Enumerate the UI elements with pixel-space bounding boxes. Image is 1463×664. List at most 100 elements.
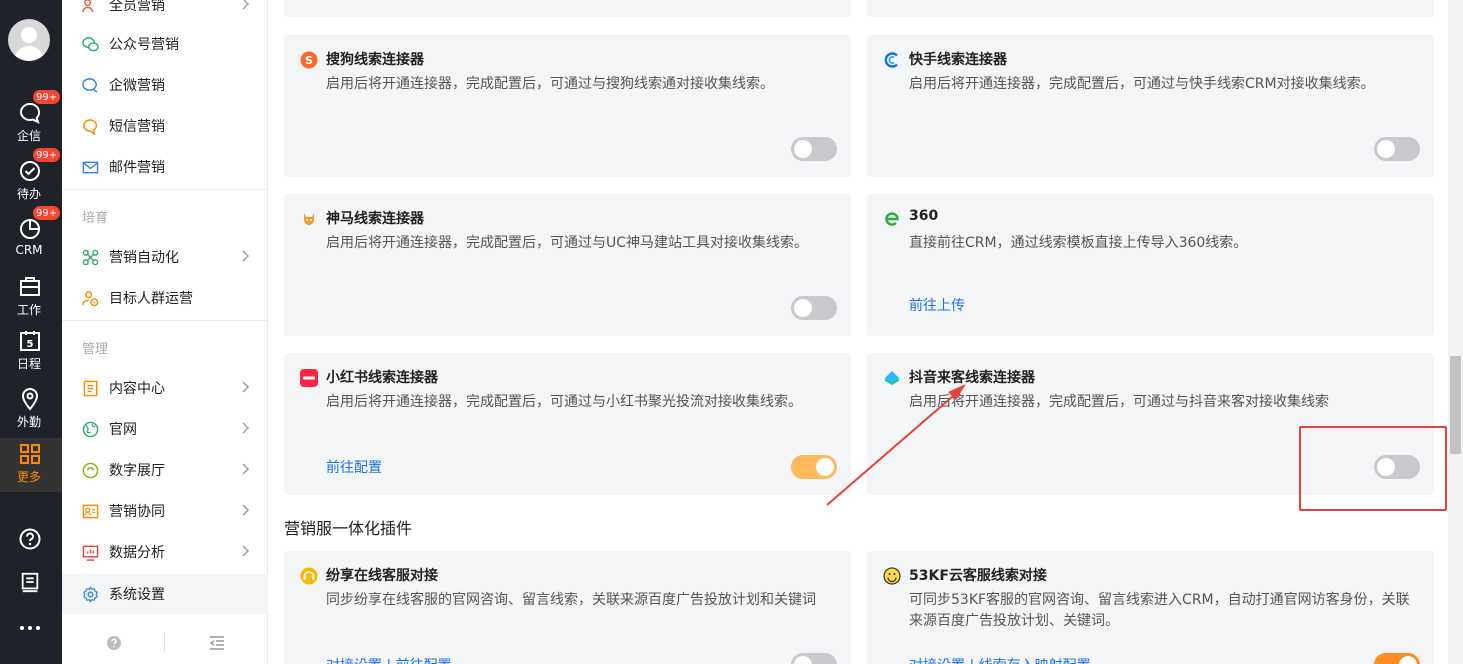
shenma-icon [304, 213, 314, 225]
card-description: 可同步53KF客服的官网咨询、留言线索进入CRM，自动打通官网访客身份，关联来源… [909, 592, 1410, 629]
report-button[interactable] [0, 566, 62, 600]
calendar-icon: 5 [20, 331, 40, 351]
rail-item-more[interactable]: 更多 [0, 438, 62, 492]
grid-icon [20, 444, 40, 464]
sidebar-item-email-marketing[interactable]: 邮件营销 [62, 147, 268, 187]
rail-item-crm[interactable]: 99+ CRM [0, 205, 62, 271]
integration-settings-link[interactable]: 对接设置 | 线索存入映射配置 [909, 655, 1091, 664]
target-crowd-icon [82, 291, 99, 307]
sidebar-item-label: 短信营销 [109, 119, 165, 135]
more-dots-icon [20, 626, 40, 630]
chevron-right-icon [242, 545, 249, 557]
chevron-right-icon [242, 250, 249, 262]
sidebar-item-target-crowd[interactable]: 目标人群运营 [62, 278, 268, 318]
main-content: S 搜狗线索连接器 启用后将开通连接器，完成配置后，可通过与搜狗线索通对接收集线… [268, 0, 1448, 664]
sidebar-item-label: 公众号营销 [109, 37, 179, 53]
go-upload-link[interactable]: 前往上传 [909, 295, 965, 315]
sidebar-item-label: 目标人群运营 [109, 291, 193, 307]
briefcase-icon [20, 277, 40, 296]
chevron-right-icon [242, 422, 249, 434]
card-description: 启用后将开通连接器，完成配置后，可通过与UC神马建站工具对接收集线索。 [326, 235, 809, 251]
card-title: 小红书线索连接器 [326, 370, 438, 386]
content-doc-icon [83, 380, 98, 397]
sidebar-item-label: 官网 [109, 422, 137, 438]
rail-label: 日程 [16, 357, 41, 371]
unread-badge: 99+ [32, 89, 62, 105]
connector-card-xiaohongshu: 小红书线索连接器 启用后将开通连接器，完成配置后，可通过与小红书聚光投流对接收集… [284, 353, 851, 495]
sidebar-item-system-settings[interactable]: 系统设置 [62, 574, 268, 614]
automation-icon [82, 249, 99, 266]
scrollbar-thumb[interactable] [1450, 356, 1461, 454]
report-icon [21, 572, 39, 593]
sidebar-item-label: 营销自动化 [109, 250, 179, 266]
card-title: 53KF云客服线索对接 [909, 568, 1047, 584]
sidebar-item-sms-marketing[interactable]: 短信营销 [62, 106, 268, 146]
toggle-knob [794, 656, 812, 664]
card-description: 直接前往CRM，通过线索模板直接上传导入360线索。 [909, 235, 1248, 251]
go-config-link[interactable]: 前往配置 [326, 457, 382, 477]
gear-icon [83, 586, 98, 603]
connector-card-partial [867, 0, 1434, 17]
rail-item-field[interactable]: 外勤 [0, 383, 62, 441]
sidebar-item-content-center[interactable]: 内容中心 [62, 368, 268, 408]
card-title: 搜狗线索连接器 [326, 52, 424, 68]
sidebar-item-data-analytics[interactable]: 数据分析 [62, 532, 268, 572]
sidebar-item-label: 系统设置 [109, 587, 165, 603]
rail-label: 待办 [16, 187, 41, 201]
collab-card-icon [82, 504, 99, 519]
card-description: 启用后将开通连接器，完成配置后，可通过与抖音来客对接收集线索 [909, 394, 1329, 410]
location-pin-icon [21, 387, 39, 411]
enable-toggle[interactable] [1374, 653, 1420, 664]
more-dots-button[interactable] [0, 612, 62, 646]
toggle-knob [794, 299, 812, 317]
plugin-card-53kf: 53KF云客服线索对接 可同步53KF客服的官网咨询、留言线索进入CRM，自动打… [867, 551, 1434, 664]
help-icon[interactable] [106, 635, 122, 651]
showroom-icon [82, 462, 99, 479]
left-icon-rail: 99+ 企信 99+ 待办 99+ CRM 工作 5 日程 外勤 更多 [0, 0, 62, 664]
sidebar-item-label: 全员营销 [109, 0, 165, 14]
sidebar-item-website[interactable]: 官网 [62, 409, 268, 449]
footer-divider [164, 632, 165, 652]
sidebar-item-wecom-marketing[interactable]: 企微营销 [62, 65, 268, 105]
mail-icon [82, 161, 99, 174]
sidebar-item-marketing-collab[interactable]: 营销协同 [62, 491, 268, 531]
annotation-highlight-box [1299, 426, 1447, 511]
sidebar-item-digital-showroom[interactable]: 数字展厅 [62, 450, 268, 490]
card-description: 同步纷享在线客服的官网咨询、留言线索，关联来源百度广告投放计划和关键词 [326, 592, 816, 608]
53kf-smile-icon [883, 567, 901, 585]
connector-card-sogou: S 搜狗线索连接器 启用后将开通连接器，完成配置后，可通过与搜狗线索通对接收集线… [284, 35, 851, 177]
sidebar-group-nurture: 培育 [82, 211, 109, 226]
sidebar-item-all-staff-marketing[interactable]: 全员营销 [62, 0, 268, 25]
enable-toggle[interactable] [791, 653, 837, 664]
rail-label: 外勤 [16, 415, 41, 429]
360-browser-icon [885, 212, 899, 226]
sidebar-divider [62, 320, 268, 321]
avatar[interactable] [8, 19, 50, 61]
wechat-icon [82, 37, 99, 52]
vertical-scrollbar[interactable] [1448, 0, 1463, 664]
secondary-sidebar: 全员营销 公众号营销 企微营销 短信营销 邮件营销 培育 营销自动化 目标人群运… [62, 0, 268, 664]
sidebar-item-marketing-automation[interactable]: 营销自动化 [62, 237, 268, 277]
rail-item-calendar[interactable]: 5 日程 [0, 325, 62, 383]
card-title: 纷享在线客服对接 [326, 568, 438, 584]
chevron-right-icon [242, 463, 249, 475]
rail-label: 企信 [16, 129, 41, 143]
integration-settings-link[interactable]: 对接设置 | 前往配置 [326, 655, 452, 664]
enable-toggle[interactable] [1374, 137, 1420, 161]
connector-card-partial [284, 0, 851, 17]
rail-item-work[interactable]: 工作 [0, 271, 62, 329]
help-button[interactable] [0, 522, 62, 556]
sidebar-item-label: 数字展厅 [109, 463, 165, 479]
sidebar-item-wechat-marketing[interactable]: 公众号营销 [62, 24, 268, 64]
unread-badge: 99+ [32, 205, 62, 221]
toggle-knob [794, 140, 812, 158]
analytics-icon [82, 545, 99, 561]
enable-toggle[interactable] [791, 296, 837, 320]
enable-toggle[interactable] [791, 137, 837, 161]
sidebar-group-manage: 管理 [82, 342, 109, 357]
rail-label: 工作 [16, 303, 41, 317]
sogou-icon: S [300, 51, 318, 69]
collapse-menu-icon[interactable] [208, 634, 226, 652]
chevron-right-icon [242, 504, 249, 516]
card-title: 快手线索连接器 [909, 52, 1007, 68]
